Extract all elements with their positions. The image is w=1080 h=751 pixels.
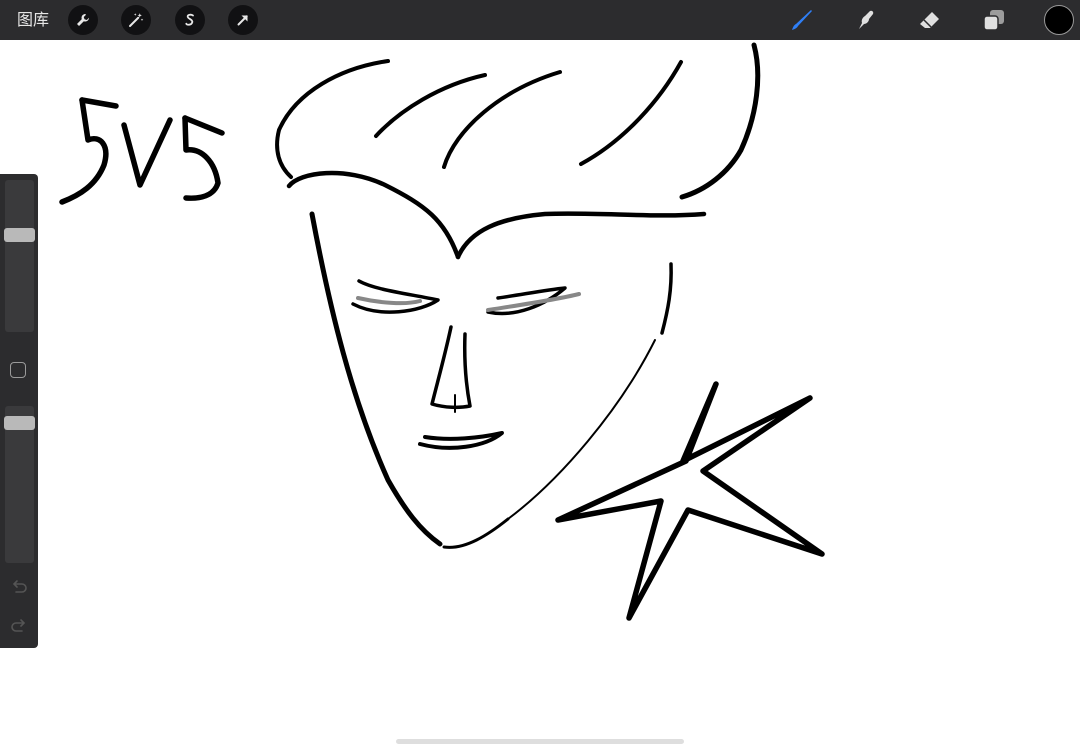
actions-button[interactable] [68,5,98,35]
brush-size-slider[interactable] [5,180,34,332]
brush-size-slider-knob[interactable] [4,228,35,243]
sketch-artwork [59,42,825,621]
selection-s-icon [185,13,194,26]
adjustments-button[interactable] [121,5,151,35]
hair-strokes [275,59,390,179]
gallery-button[interactable]: 图库 [17,10,49,30]
magic-wand-icon [129,13,144,27]
eraser-icon [920,12,939,28]
redo-icon[interactable] [10,616,28,634]
handwritten-5v5 [59,97,225,205]
top-toolbar: 图库 [0,0,1080,40]
side-toolbar [0,174,38,648]
brush-icon [792,10,812,30]
eraser-tool-button[interactable] [916,6,944,34]
layers-icon [983,10,1004,31]
nose [430,325,472,410]
transform-button[interactable] [228,5,258,35]
opacity-slider-knob[interactable] [4,416,35,430]
smudge-icon [859,10,874,30]
transform-arrow-icon [237,15,248,26]
left-eye [351,279,440,314]
home-indicator [396,739,684,744]
brush-tool-button[interactable] [788,6,816,34]
layers-button[interactable] [980,6,1008,34]
star-shape [555,381,825,621]
undo-icon[interactable] [10,577,28,595]
drawing-canvas[interactable] [0,40,1080,751]
modify-button[interactable] [10,362,26,378]
color-picker-button[interactable] [1044,5,1074,35]
mouth [418,431,504,450]
wrench-icon [77,14,89,26]
smudge-tool-button[interactable] [852,6,880,34]
selection-button[interactable] [175,5,205,35]
face-outline [309,211,443,547]
